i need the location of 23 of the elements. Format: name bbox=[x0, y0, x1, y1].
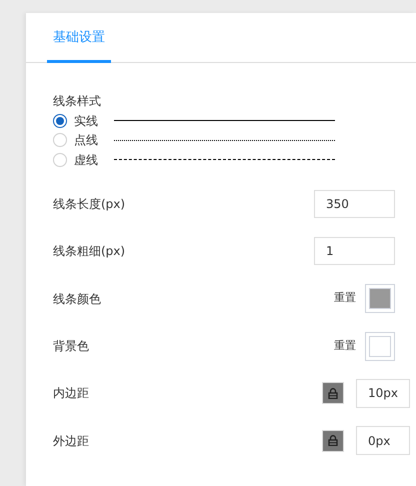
field-label: 线条颜色 bbox=[53, 290, 102, 308]
field-label: 外边距 bbox=[53, 432, 90, 450]
lock-icon bbox=[328, 435, 338, 446]
section-label: 线条样式 bbox=[53, 93, 102, 110]
field-label: 线条长度(px) bbox=[53, 196, 126, 214]
lock-button[interactable] bbox=[322, 382, 344, 404]
spacing-input[interactable]: 0px bbox=[356, 426, 410, 456]
radio-button[interactable] bbox=[53, 114, 67, 128]
radio-label: 虚线 bbox=[74, 152, 99, 169]
field-label: 内边距 bbox=[53, 385, 90, 402]
field-label: 背景色 bbox=[53, 338, 90, 356]
reset-button[interactable]: 重置 bbox=[334, 338, 356, 354]
color-swatch[interactable] bbox=[365, 284, 395, 314]
color-swatch[interactable] bbox=[365, 332, 395, 361]
radio-label: 实线 bbox=[74, 112, 99, 130]
number-input[interactable]: 1 bbox=[314, 237, 395, 266]
spacing-input[interactable]: 10px bbox=[356, 378, 410, 408]
field-label: 线条粗细(px) bbox=[53, 243, 126, 260]
radio-label: 点线 bbox=[74, 132, 99, 150]
reset-button[interactable]: 重置 bbox=[334, 290, 356, 307]
number-input[interactable]: 350 bbox=[314, 190, 395, 218]
lock-button[interactable] bbox=[322, 430, 344, 452]
lock-icon bbox=[328, 388, 338, 399]
